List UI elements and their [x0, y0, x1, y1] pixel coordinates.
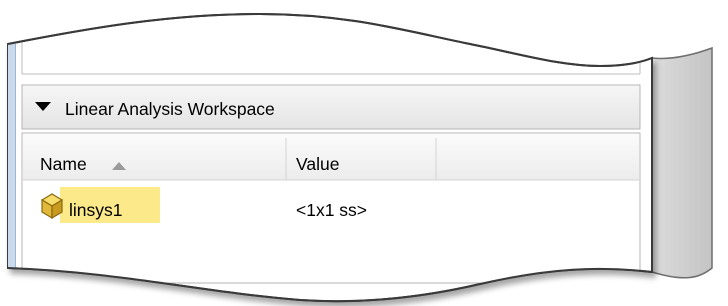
- column-header-value[interactable]: Value: [296, 154, 339, 175]
- collapse-toggle[interactable]: [30, 95, 56, 119]
- table-row[interactable]: [24, 186, 638, 224]
- torn-screenshot-scene: [7, 12, 713, 303]
- column-header-name[interactable]: Name: [40, 154, 87, 175]
- panel-title[interactable]: Linear Analysis Workspace: [65, 99, 275, 120]
- sort-toggle[interactable]: [108, 158, 130, 174]
- page-fold-right: [651, 46, 713, 279]
